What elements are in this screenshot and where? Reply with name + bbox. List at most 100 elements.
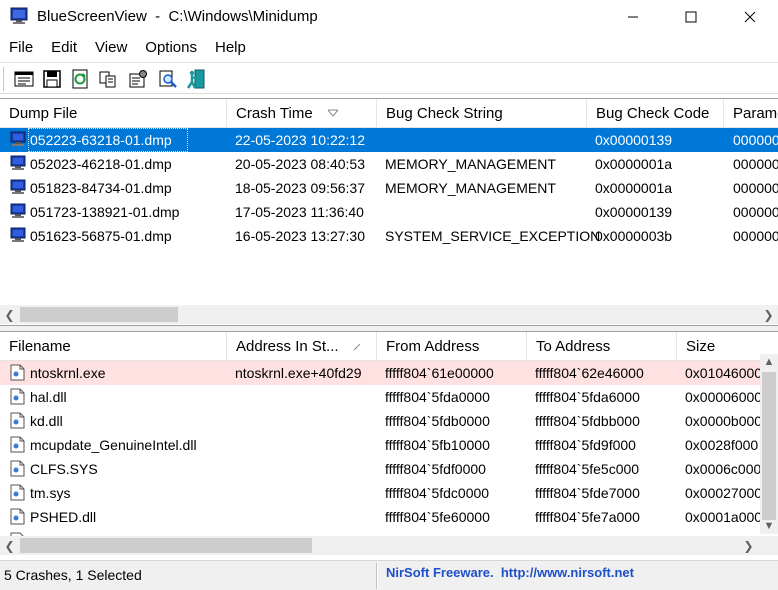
column-bug-check-string[interactable]: Bug Check String <box>377 99 587 128</box>
maximize-icon <box>685 11 697 23</box>
app-icon <box>10 7 28 24</box>
driver-list-scroll-thumb[interactable] <box>20 538 312 553</box>
minimize-button[interactable] <box>610 0 656 34</box>
dump-row[interactable]: 051623-56875-01.dmp 16-05-2023 13:27:30 SY… <box>0 224 778 248</box>
column-from-address[interactable]: From Address <box>377 332 527 361</box>
driver-row[interactable]: tm.sys fffff804`5fdc0000 fffff804`5fde7000… <box>0 481 760 505</box>
to-address-cell: fffff804`5fda6000 <box>535 389 640 405</box>
filename-cell: CLFS.SYS <box>30 461 98 477</box>
to-address-cell: fffff804`5fde7000 <box>535 485 640 501</box>
from-address-cell: fffff804`61e00000 <box>385 365 494 381</box>
sort-indicator-icon <box>353 343 361 351</box>
driver-list-horizontal-scrollbar[interactable]: ❮ ❯ <box>0 536 778 555</box>
driver-list-vertical-scrollbar[interactable]: ▲ ▼ <box>760 354 778 534</box>
column-address-in-stack-label: Address In St... <box>236 338 339 355</box>
menu-help[interactable]: Help <box>206 36 255 60</box>
minimize-icon <box>628 16 638 18</box>
driver-file-icon <box>10 484 25 501</box>
crash-time-cell: 17-05-2023 11:36:40 <box>235 204 364 220</box>
close-icon <box>744 11 756 23</box>
dump-row[interactable]: 051723-138921-01.dmp 17-05-2023 11:36:40 0… <box>0 200 778 224</box>
refresh-button[interactable] <box>68 67 92 91</box>
size-cell: 0x0000b000 <box>685 413 760 429</box>
column-crash-time[interactable]: Crash Time <box>227 99 377 128</box>
close-button[interactable] <box>727 0 773 34</box>
dump-row[interactable]: 051823-84734-01.dmp 18-05-2023 09:56:37 ME… <box>0 176 778 200</box>
driver-row[interactable]: hal.dll fffff804`5fda0000 fffff804`5fda600… <box>0 385 760 409</box>
column-dump-file[interactable]: Dump File <box>0 99 227 128</box>
menu-view[interactable]: View <box>86 36 136 60</box>
scroll-left-arrow-icon[interactable]: ❮ <box>0 305 19 324</box>
from-address-cell: fffff804`5fda0000 <box>385 389 490 405</box>
dump-file-icon <box>10 227 26 242</box>
dump-list-horizontal-scrollbar[interactable]: ❮ ❯ <box>0 305 778 324</box>
maximize-button[interactable] <box>668 0 714 34</box>
scroll-right-arrow-icon[interactable]: ❯ <box>759 305 778 324</box>
dump-file-cell: 052223-63218-01.dmp <box>30 132 172 148</box>
bug-check-code-cell: 0x0000003b <box>595 228 673 244</box>
column-to-address[interactable]: To Address <box>527 332 677 361</box>
nirsoft-link[interactable]: NirSoft Freeware. http://www.nirsoft.net <box>386 565 634 580</box>
bug-check-code-cell: 0x0000001a <box>595 156 673 172</box>
menu-edit[interactable]: Edit <box>42 36 86 60</box>
parameter-cell: 000000 <box>733 204 778 220</box>
driver-list[interactable]: Filename Address In St... From Address T… <box>0 331 778 557</box>
sort-descending-icon <box>327 109 339 117</box>
column-size[interactable]: Size <box>677 332 760 361</box>
refresh-icon <box>72 69 88 89</box>
driver-file-icon <box>10 388 25 405</box>
column-address-in-stack[interactable]: Address In St... <box>227 332 377 361</box>
parameter-cell: 000000 <box>733 228 778 244</box>
toolbar <box>0 62 778 94</box>
filename-cell: PSHED.dll <box>30 509 97 525</box>
driver-list-header: Filename Address In St... From Address T… <box>0 332 760 361</box>
dump-list-scroll-thumb[interactable] <box>20 307 178 322</box>
driver-list-vertical-thumb[interactable] <box>762 372 776 520</box>
dump-file-icon <box>10 155 26 170</box>
to-address-cell: fffff804`5fe7a000 <box>535 509 640 525</box>
dump-file-cell: 051623-56875-01.dmp <box>30 228 172 244</box>
scroll-right-arrow-icon[interactable]: ❯ <box>739 536 758 555</box>
dump-row[interactable]: 052023-46218-01.dmp 20-05-2023 08:40:53 ME… <box>0 152 778 176</box>
to-address-cell: fffff804`5fd9f000 <box>535 437 636 453</box>
advanced-options-button[interactable] <box>126 67 150 91</box>
copy-button[interactable] <box>96 67 120 91</box>
find-button[interactable] <box>156 67 180 91</box>
driver-row[interactable]: mcupdate_GenuineIntel.dll fffff804`5fb100… <box>0 433 760 457</box>
filename-cell: kd.dll <box>30 413 63 429</box>
driver-row[interactable]: ntoskrnl.exe ntoskrnl.exe+40fd29 fffff804`… <box>0 361 760 385</box>
scroll-left-arrow-icon[interactable]: ❮ <box>0 536 19 555</box>
column-bug-check-code[interactable]: Bug Check Code <box>587 99 724 128</box>
bug-check-string-cell: MEMORY_MANAGEMENT <box>385 156 556 172</box>
scroll-down-arrow-icon[interactable]: ▼ <box>760 518 778 534</box>
dump-list-header: Dump File Crash Time Bug Check String Bu… <box>0 99 778 128</box>
properties-icon <box>14 71 34 87</box>
parameter-cell: 000000 <box>733 132 778 148</box>
from-address-cell: fffff804`5fdf0000 <box>385 461 486 477</box>
from-address-cell: fffff804`5fb10000 <box>385 437 490 453</box>
column-filename[interactable]: Filename <box>0 332 227 361</box>
filename-cell: tm.sys <box>30 485 71 501</box>
crash-time-cell: 18-05-2023 09:56:37 <box>235 180 365 196</box>
save-button[interactable] <box>40 67 64 91</box>
menu-options[interactable]: Options <box>136 36 206 60</box>
advanced-options-icon <box>129 70 147 88</box>
crash-time-cell: 16-05-2023 13:27:30 <box>235 228 365 244</box>
filename-cell: hal.dll <box>30 389 67 405</box>
size-cell: 0x01046000 <box>685 365 760 381</box>
driver-row[interactable]: CLFS.SYS fffff804`5fdf0000 fffff804`5fe5c0… <box>0 457 760 481</box>
dump-file-list[interactable]: Dump File Crash Time Bug Check String Bu… <box>0 98 778 324</box>
bug-check-code-cell: 0x0000001a <box>595 180 673 196</box>
parameter-cell: 000000 <box>733 156 778 172</box>
bug-check-string-cell: SYSTEM_SERVICE_EXCEPTION <box>385 228 601 244</box>
column-parameter[interactable]: Parame <box>724 99 778 128</box>
menu-file[interactable]: File <box>0 36 42 60</box>
exit-button[interactable] <box>184 67 208 91</box>
dump-row[interactable]: 052223-63218-01.dmp 22-05-2023 10:22:12 0x… <box>0 128 778 152</box>
properties-button[interactable] <box>12 67 36 91</box>
driver-row[interactable]: PSHED.dll fffff804`5fe60000 fffff804`5fe7a… <box>0 505 760 529</box>
save-icon <box>43 70 61 88</box>
scroll-up-arrow-icon[interactable]: ▲ <box>760 354 778 370</box>
toolbar-grip[interactable] <box>3 67 6 91</box>
driver-row[interactable]: kd.dll fffff804`5fdb0000 fffff804`5fdbb000… <box>0 409 760 433</box>
